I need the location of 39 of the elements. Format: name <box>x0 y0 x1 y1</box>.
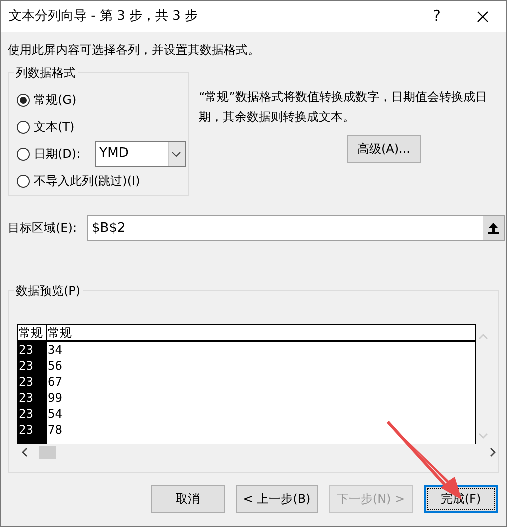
table-cell-text: 23 <box>18 342 34 358</box>
dialog-button[interactable]: < 上一步(B) <box>236 485 318 513</box>
scroll-right-icon[interactable] <box>490 448 496 456</box>
group-title: 列数据格式 <box>14 64 78 82</box>
radio-option[interactable]: 不导入此列(跳过)(I) <box>17 172 140 190</box>
preview-column[interactable]: 常规 34 56 67 99 54 78 <box>47 325 475 444</box>
table-cell-text: 23 <box>18 406 34 422</box>
column-header: 常规 <box>47 325 475 342</box>
radio-option[interactable]: 常规(G) <box>17 91 77 109</box>
column-header: 常规 <box>18 325 46 342</box>
preview-column[interactable]: 常规 23 23 23 23 23 23 <box>18 325 47 444</box>
table-cell-text: 23 <box>18 374 34 390</box>
close-icon[interactable] <box>477 10 489 22</box>
table-cell-text: 99 <box>47 390 64 406</box>
radio-button[interactable] <box>17 174 30 188</box>
destination-label: 目标区域(E): <box>8 220 77 237</box>
help-button[interactable]: ? <box>414 5 460 28</box>
advanced-button[interactable]: 高级(A)... <box>347 135 421 163</box>
date-format-dropdown[interactable]: YMD <box>94 141 186 167</box>
dialog-button[interactable]: 取消 <box>151 485 225 513</box>
radio-button[interactable] <box>17 94 30 106</box>
table-cell-text: 56 <box>47 358 64 374</box>
table-cell-text: 67 <box>47 374 64 390</box>
group-title: 数据预览(P) <box>14 282 83 300</box>
radio-option[interactable]: 日期(D): <box>17 145 81 163</box>
radio-option[interactable]: 文本(T) <box>17 118 75 136</box>
table-cell-text: 78 <box>47 422 64 438</box>
table-cell-text: 23 <box>18 390 34 406</box>
window-title: 文本分列向导 - 第 3 步，共 3 步 <box>9 8 200 26</box>
scroll-left-icon[interactable] <box>22 448 28 456</box>
table-cell-text: 23 <box>18 358 34 374</box>
table-cell-text: 34 <box>47 342 64 358</box>
table-cell-text: 23 <box>18 422 34 438</box>
instruction-text: 使用此屏内容可选择各列，并设置其数据格式。 <box>8 42 261 59</box>
table-cell-text: 54 <box>47 406 64 422</box>
scroll-thumb[interactable] <box>39 446 56 458</box>
description-text: “常规”数据格式将数值转换成数字，日期值会转换成日期，其余数据则转换成文本。 <box>199 89 488 126</box>
radio-button[interactable] <box>17 148 30 160</box>
radio-button[interactable] <box>17 120 30 134</box>
